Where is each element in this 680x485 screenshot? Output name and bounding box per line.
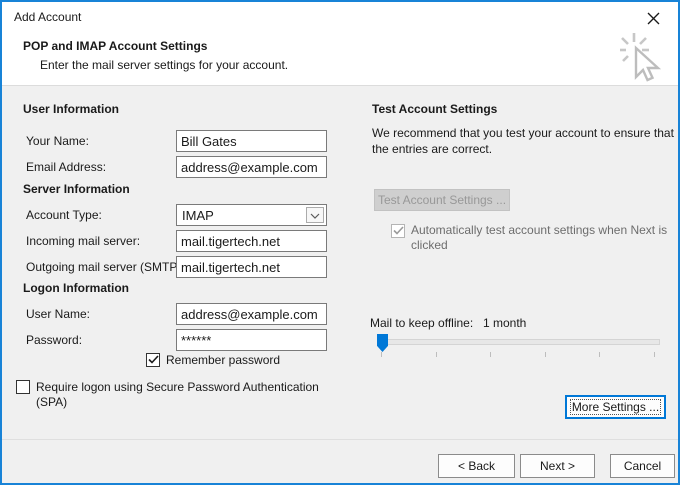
cancel-button-label: Cancel [624, 459, 661, 473]
slider-tick [436, 352, 437, 357]
slider-tick [381, 352, 382, 357]
outgoing-server-label: Outgoing mail server (SMTP): [26, 260, 185, 274]
email-address-label: Email Address: [26, 160, 106, 174]
user-information-heading: User Information [23, 102, 119, 116]
account-type-dropdown[interactable]: IMAP [176, 204, 327, 226]
your-name-label: Your Name: [26, 134, 89, 148]
remember-password-label[interactable]: Remember password [166, 353, 280, 368]
test-account-settings-button-label: Test Account Settings ... [378, 193, 506, 207]
email-address-field[interactable] [176, 156, 327, 178]
offline-slider-ticks [381, 352, 655, 357]
footer-separator [2, 439, 678, 440]
banner-subtitle: Enter the mail server settings for your … [40, 58, 288, 72]
slider-tick [599, 352, 600, 357]
slider-tick [654, 352, 655, 357]
user-name-label: User Name: [26, 307, 90, 321]
offline-slider-thumb[interactable] [377, 334, 388, 352]
mail-keep-offline-value: 1 month [483, 316, 526, 330]
dropdown-button[interactable] [306, 207, 324, 223]
back-button-label: < Back [458, 459, 495, 473]
slider-tick [545, 352, 546, 357]
back-button[interactable]: < Back [438, 454, 515, 478]
offline-slider-track[interactable] [379, 339, 660, 345]
password-field[interactable] [176, 329, 327, 351]
test-settings-description: We recommend that you test your account … [372, 125, 674, 157]
more-settings-button-label: More Settings ... [572, 400, 659, 414]
user-name-field[interactable] [176, 303, 327, 325]
outgoing-server-field[interactable] [176, 256, 327, 278]
add-account-dialog: Add Account POP and IMAP Account Setting… [0, 0, 680, 485]
spa-checkbox[interactable] [16, 380, 30, 394]
test-account-settings-button: Test Account Settings ... [374, 189, 510, 211]
server-information-heading: Server Information [23, 182, 130, 196]
close-button[interactable] [640, 9, 666, 31]
cursor-sparkle-icon [620, 32, 666, 89]
checkmark-icon [393, 224, 404, 238]
remember-password-checkbox[interactable] [146, 353, 160, 367]
auto-test-checkbox [391, 224, 405, 238]
slider-tick [490, 352, 491, 357]
account-type-value: IMAP [182, 208, 214, 223]
next-button-label: Next > [540, 459, 575, 473]
password-label: Password: [26, 333, 82, 347]
mail-keep-offline-label: Mail to keep offline: [370, 316, 473, 330]
test-account-settings-heading: Test Account Settings [372, 102, 497, 116]
cancel-button[interactable]: Cancel [610, 454, 675, 478]
close-icon [647, 12, 660, 28]
next-button[interactable]: Next > [520, 454, 595, 478]
header-band: Add Account POP and IMAP Account Setting… [2, 2, 678, 86]
banner-title: POP and IMAP Account Settings [23, 39, 207, 53]
checkmark-icon [148, 353, 159, 367]
auto-test-label: Automatically test account settings when… [411, 223, 669, 253]
window-title: Add Account [14, 10, 81, 24]
chevron-down-icon [310, 208, 320, 222]
spa-label[interactable]: Require logon using Secure Password Auth… [36, 380, 342, 410]
logon-information-heading: Logon Information [23, 281, 129, 295]
account-type-label: Account Type: [26, 208, 102, 222]
incoming-server-field[interactable] [176, 230, 327, 252]
more-settings-button[interactable]: More Settings ... [565, 395, 666, 419]
your-name-field[interactable] [176, 130, 327, 152]
incoming-server-label: Incoming mail server: [26, 234, 140, 248]
